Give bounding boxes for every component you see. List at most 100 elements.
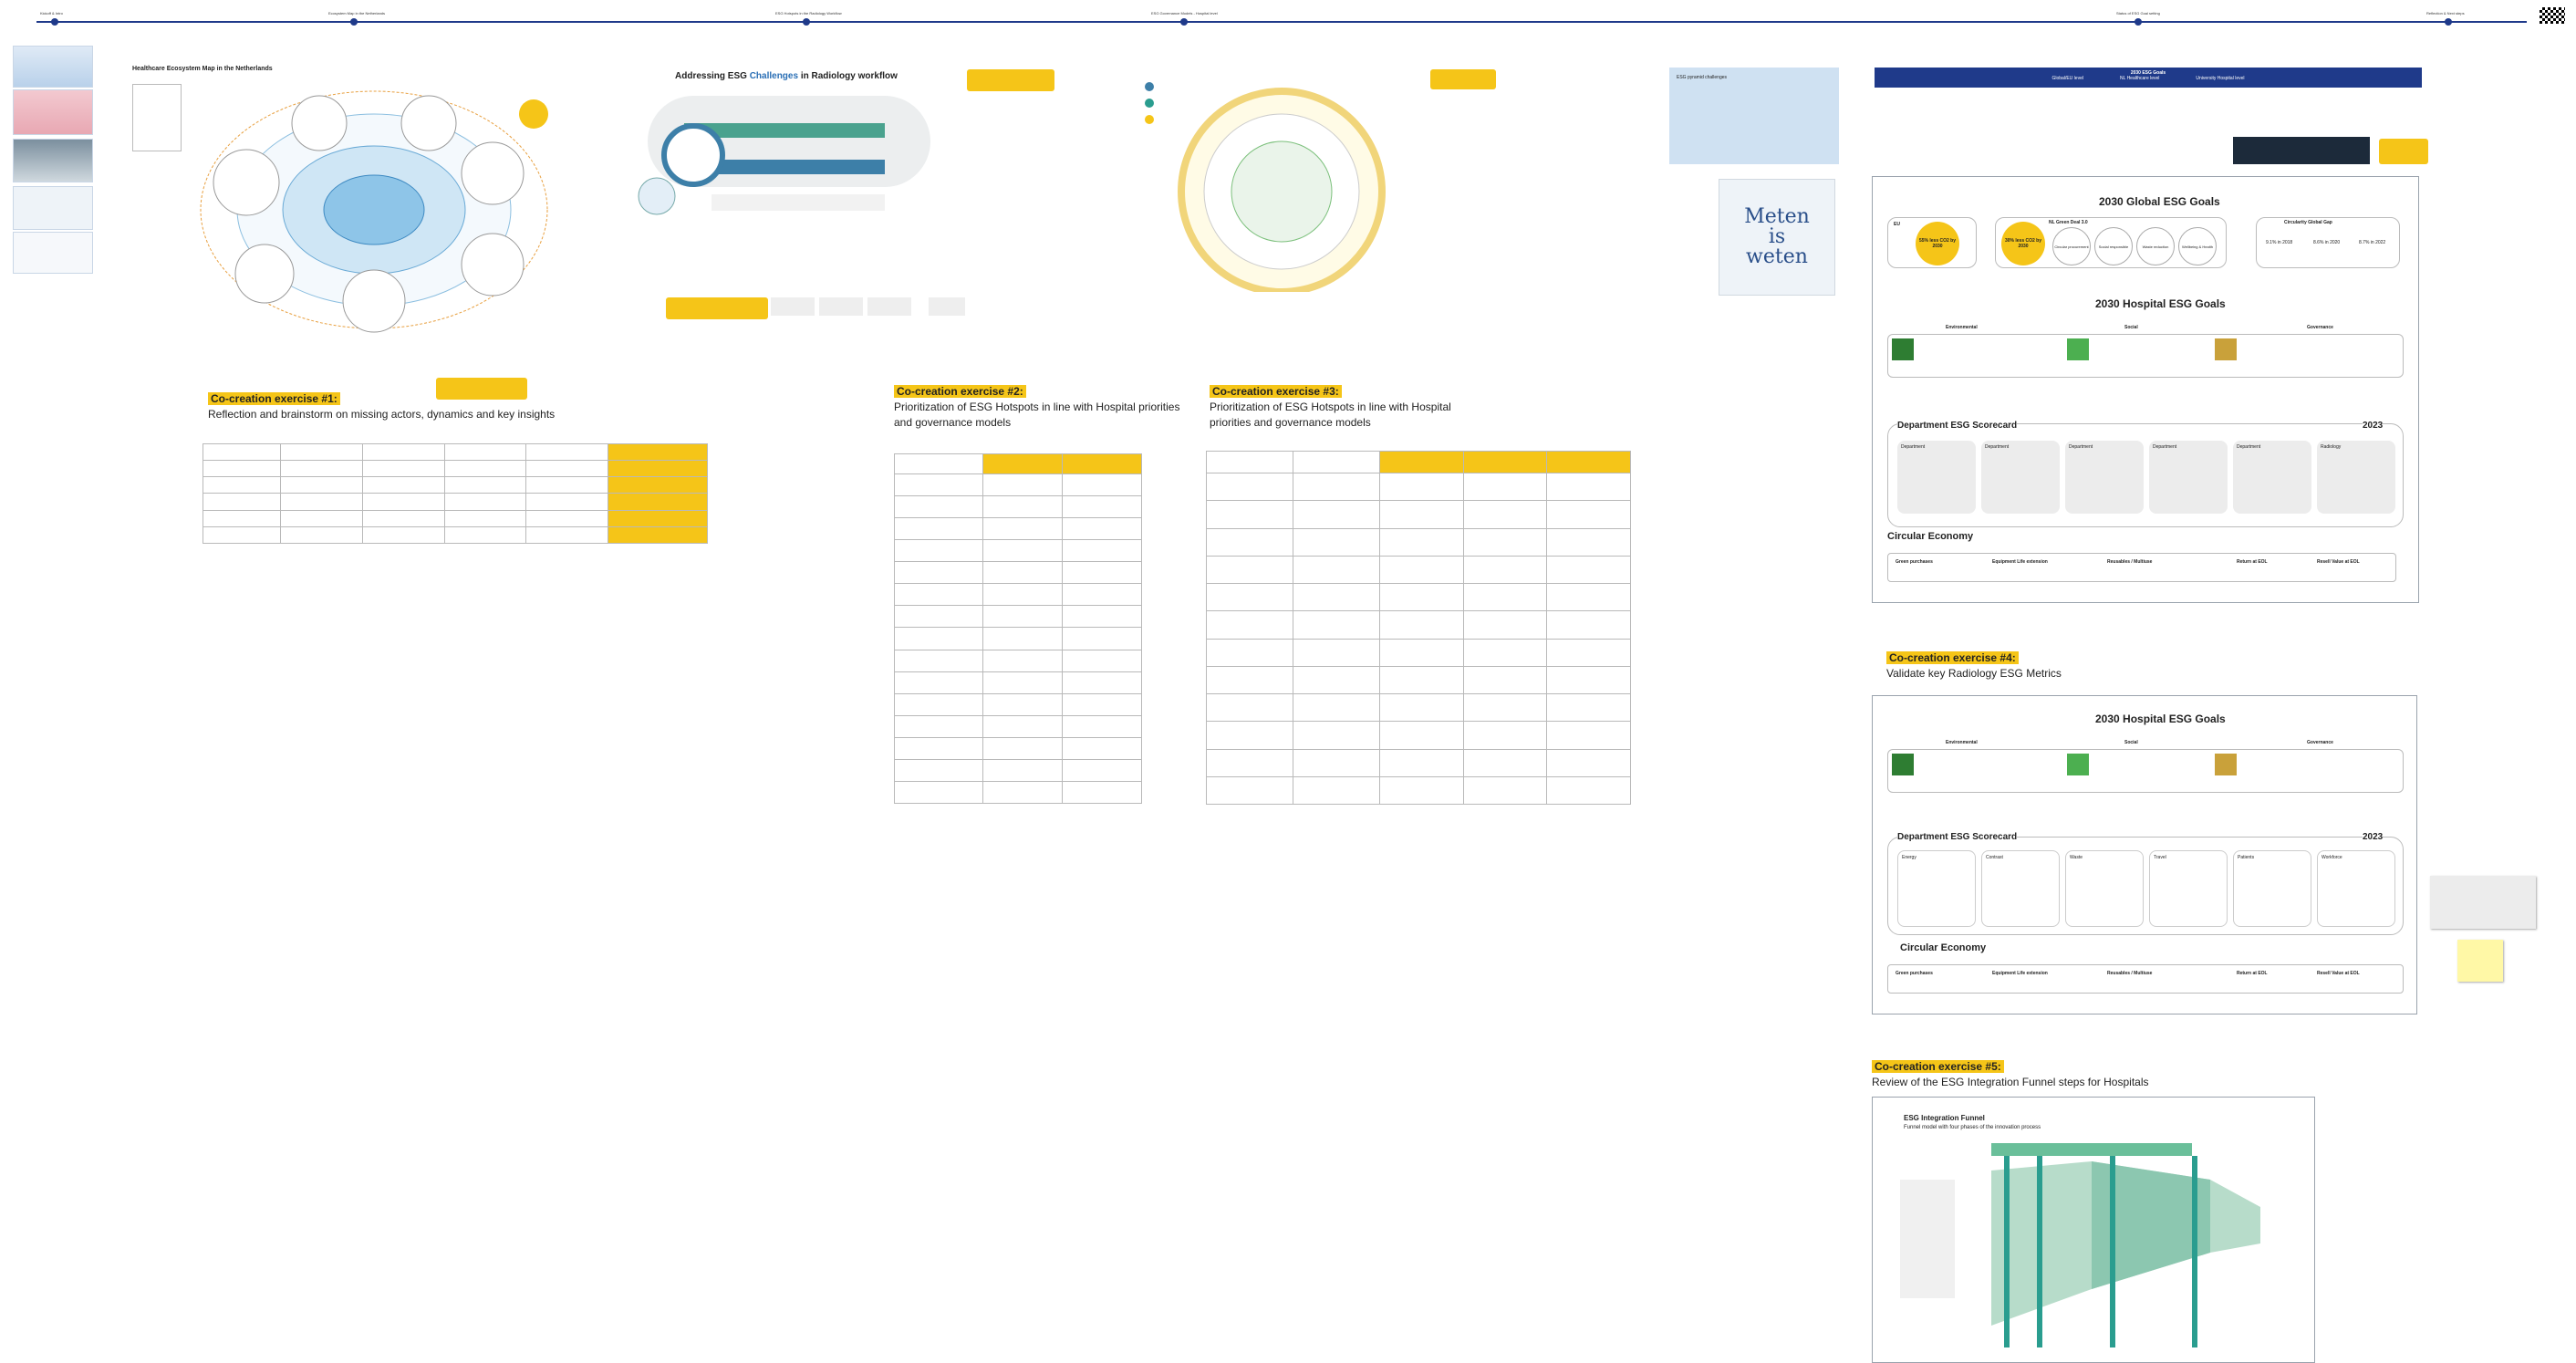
option-card[interactable] — [867, 297, 911, 316]
hospital-goals-row — [1887, 749, 2404, 793]
slide-thumbnail[interactable] — [13, 46, 93, 88]
sdg-icon — [2215, 754, 2237, 775]
workflow-diagram[interactable] — [629, 87, 958, 224]
circular-economy-row: Green purchases Equipment Life extension… — [1887, 964, 2404, 994]
governance-circle-diagram[interactable] — [1140, 73, 1414, 292]
poster-line: Meten — [1744, 205, 1810, 228]
exercise3-subtitle-line: priorities and governance models — [1210, 416, 1371, 429]
nl-goal-circle: 30% less CO2 by 2030 — [2001, 222, 2045, 265]
nl-item: Waste reduction — [2136, 227, 2175, 265]
timeline-label: ESG Governance Models - Hospital level — [1151, 11, 1218, 16]
funnel-subtitle: Funnel model with four phases of the inn… — [1904, 1125, 2041, 1130]
social-label: Social — [2124, 325, 2138, 330]
circular-economy-title: Circular Economy — [1900, 942, 1987, 953]
timeline-dot[interactable] — [2135, 18, 2142, 26]
slide-thumbnail[interactable] — [13, 139, 93, 182]
comment-sticky[interactable] — [2430, 876, 2536, 929]
timeline-dot[interactable] — [2445, 18, 2452, 26]
department-card[interactable]: Department — [1981, 441, 2060, 514]
hospital-goals-title: 2030 Hospital ESG Goals — [2095, 297, 2226, 310]
exercise5-subtitle: Review of the ESG Integration Funnel ste… — [1872, 1076, 2149, 1088]
sdg-icon — [2067, 338, 2089, 360]
comment-sticky[interactable] — [2457, 940, 2503, 982]
exercise4-label: Co-creation exercise #4: — [1886, 651, 2019, 664]
nl-item: Social responsible — [2094, 227, 2133, 265]
sdg-icon — [2215, 338, 2237, 360]
funnel-diagram[interactable] — [1900, 1143, 2301, 1358]
meten-is-weten-poster: Meten is weten — [1719, 179, 1835, 296]
metric-card[interactable]: Waste — [2065, 850, 2144, 927]
hospital-goals-row — [1887, 334, 2404, 378]
timeline-dot[interactable] — [350, 18, 358, 26]
governance-label: Governance — [2307, 740, 2333, 745]
exercise2-subtitle: Prioritization of ESG Hotspots in line w… — [894, 400, 1179, 431]
department-card[interactable]: Department — [1897, 441, 1976, 514]
goals-panel[interactable]: 2030 Global ESG Goals EU 55% less CO2 by… — [1872, 176, 2419, 603]
circular-item: Reusables / Multiuse — [2107, 971, 2153, 976]
exercise2-table[interactable] — [894, 453, 1142, 805]
environmental-label: Environmental — [1946, 325, 1978, 330]
timeline-label: Ecosystem Map in the Netherlands — [328, 11, 386, 16]
circular-item: Green purchases — [1896, 971, 1933, 976]
exercise2-subtitle-line: Prioritization of ESG Hotspots in line w… — [894, 401, 1180, 413]
map-legend — [132, 84, 182, 151]
pyramid-title: ESG pyramid challenges — [1677, 75, 1728, 80]
circular-item: Equipment Life extension — [1992, 971, 2048, 976]
finish-flag-icon — [2540, 7, 2565, 24]
ecosystem-map-title: Healthcare Ecosystem Map in the Netherla… — [132, 66, 273, 72]
metric-card[interactable]: Travel — [2149, 850, 2228, 927]
radiology-card[interactable]: Radiology — [2317, 441, 2395, 514]
slide-thumbnail[interactable] — [13, 232, 93, 274]
funnel-panel[interactable]: ESG Integration Funnel Funnel model with… — [1872, 1097, 2315, 1363]
slide-thumbnail[interactable] — [13, 89, 93, 135]
timeline-dot[interactable] — [1180, 18, 1188, 26]
circular-item: Resell Value at EOL — [2317, 559, 2360, 565]
circular-economy-title: Circular Economy — [1887, 531, 1974, 542]
option-card[interactable] — [819, 297, 863, 316]
department-card[interactable]: Department — [2233, 441, 2311, 514]
timeline-label: Kickoff & Intro — [40, 11, 63, 16]
exercise3-subtitle-line: Prioritization of ESG Hotspots in line w… — [1210, 401, 1451, 413]
circular-item: Return at EOL — [2237, 559, 2268, 565]
note-sticky[interactable] — [666, 297, 768, 319]
scorecard-box: Department ESG Scorecard 2023 Department… — [1887, 421, 2404, 527]
nl-item: Wellbeing & Health — [2178, 227, 2217, 265]
poster-line: is — [1768, 225, 1786, 248]
metrics-panel[interactable]: 2030 Hospital ESG Goals Environmental So… — [1872, 695, 2417, 1014]
department-card[interactable]: Department — [2149, 441, 2228, 514]
metric-card[interactable]: Contrast — [1981, 850, 2060, 927]
circularity-box: Circularity Global Gap 9.1% in 2018 8.6%… — [2256, 217, 2400, 268]
goals-banner-item: University Hospital level — [2196, 76, 2245, 81]
poster-line: weten — [1746, 245, 1808, 268]
timeline-dot[interactable] — [51, 18, 58, 26]
timeline-dot[interactable] — [803, 18, 810, 26]
metric-card[interactable]: Energy — [1897, 850, 1976, 927]
sdg-icon — [1892, 754, 1914, 775]
pyramid-challenges-card[interactable]: ESG pyramid challenges — [1669, 68, 1839, 164]
ecosystem-map-diagram[interactable] — [192, 82, 556, 347]
circular-item: Equipment Life extension — [1992, 559, 2048, 565]
metric-card[interactable]: Patients — [2233, 850, 2311, 927]
exercise1-table[interactable] — [203, 442, 708, 545]
note-sticky[interactable] — [436, 378, 527, 400]
eu-goal-box: EU 55% less CO2 by 2030 — [1887, 217, 1977, 268]
global-goals-title: 2030 Global ESG Goals — [2099, 195, 2220, 208]
exercise1-label: Co-creation exercise #1: — [208, 392, 340, 405]
exercise2-subtitle-line: and governance models — [894, 416, 1012, 429]
nl-item: Circular procurement — [2052, 227, 2091, 265]
timeline-label: Status of ESG Goal setting — [2116, 11, 2160, 16]
note-sticky[interactable] — [1430, 69, 1496, 89]
goals-banner-title: 2030 ESG Goals — [2130, 70, 2166, 76]
slide-thumbnail[interactable] — [13, 186, 93, 230]
circular-item: Resell Value at EOL — [2317, 971, 2360, 976]
option-card[interactable] — [771, 297, 815, 316]
note-sticky[interactable] — [2379, 139, 2428, 164]
department-card[interactable]: Department — [2065, 441, 2144, 514]
exercise5-label: Co-creation exercise #5: — [1872, 1060, 2004, 1073]
exercise3-table[interactable] — [1206, 451, 1631, 806]
goals-banner-item: Global/EU level — [2051, 76, 2083, 81]
note-sticky[interactable] — [967, 69, 1054, 91]
sdg-icon — [1892, 338, 1914, 360]
metric-card[interactable]: Workforce — [2317, 850, 2395, 927]
option-card[interactable] — [929, 297, 965, 316]
